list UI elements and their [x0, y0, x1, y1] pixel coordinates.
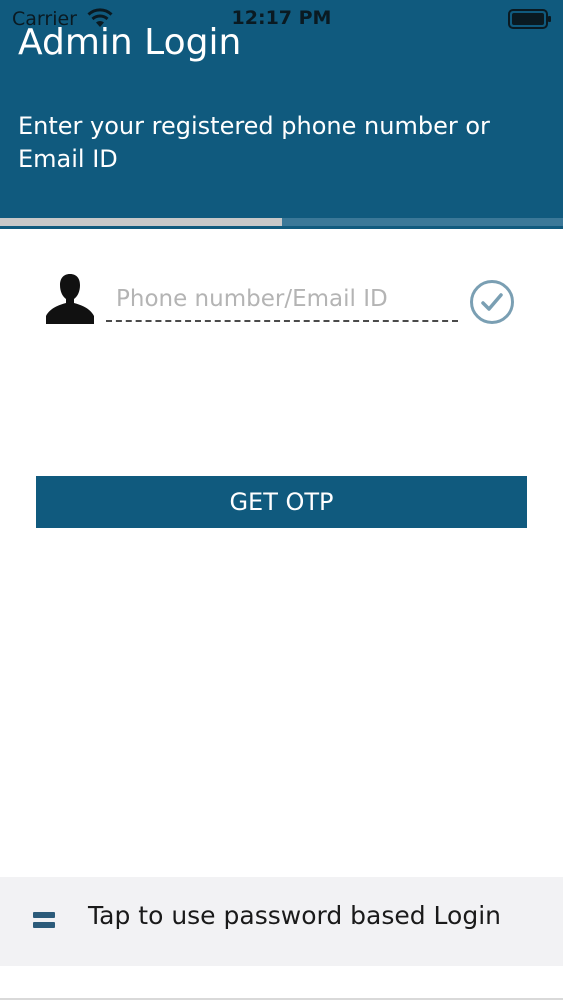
menu-icon: [33, 912, 55, 928]
page-subtitle: Enter your registered phone number or Em…: [18, 112, 490, 173]
get-otp-button[interactable]: GET OTP: [36, 476, 527, 528]
login-progress-bar: [0, 218, 563, 226]
user-silhouette-icon: [46, 274, 94, 324]
header-divider: [0, 226, 563, 229]
password-login-label: Tap to use password based Login: [88, 901, 502, 930]
admin-login-screen: Carrier 12:17 PM Admin Login Enter your …: [0, 0, 563, 1000]
header: Carrier 12:17 PM Admin Login Enter your …: [0, 0, 563, 218]
login-progress-fill: [0, 218, 282, 226]
battery-full-icon: [508, 9, 551, 29]
page-title: Admin Login: [18, 22, 242, 63]
password-login-bar[interactable]: Tap to use password based Login: [0, 877, 563, 966]
phone-email-input[interactable]: [106, 278, 458, 322]
check-circle-icon: [470, 280, 514, 324]
